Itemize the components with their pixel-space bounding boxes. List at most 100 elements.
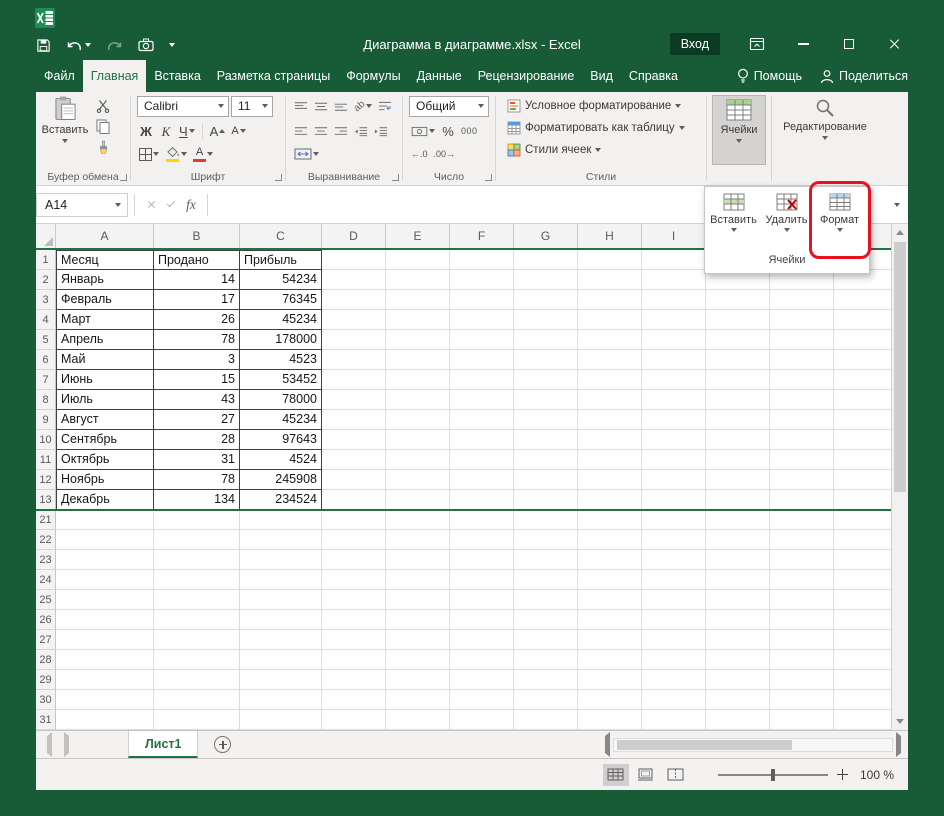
cancel-button[interactable]	[141, 193, 161, 217]
tab-Файл[interactable]: Файл	[36, 60, 83, 92]
cell-L25[interactable]	[834, 590, 891, 610]
cell-K23[interactable]	[770, 550, 834, 570]
cell-J6[interactable]	[706, 350, 770, 370]
cell-D23[interactable]	[322, 550, 386, 570]
cell-F5[interactable]	[450, 330, 514, 350]
align-center-button[interactable]	[312, 121, 330, 142]
cell-F7[interactable]	[450, 370, 514, 390]
cell-L7[interactable]	[834, 370, 891, 390]
cell-L22[interactable]	[834, 530, 891, 550]
zoom-in-button[interactable]	[836, 769, 848, 780]
cell-D31[interactable]	[322, 710, 386, 730]
row-header-3[interactable]: 3	[36, 290, 56, 310]
cell-C8[interactable]: 78000	[240, 390, 322, 410]
font-name-combo[interactable]: Calibri	[137, 95, 229, 117]
cell-G5[interactable]	[514, 330, 578, 350]
cell-I1[interactable]	[642, 250, 706, 270]
cell-H6[interactable]	[578, 350, 642, 370]
qat-customize-button[interactable]	[169, 33, 175, 57]
cell-C1[interactable]: Прибыль	[240, 250, 322, 270]
cell-G3[interactable]	[514, 290, 578, 310]
cell-D10[interactable]	[322, 430, 386, 450]
cell-G2[interactable]	[514, 270, 578, 290]
cell-K6[interactable]	[770, 350, 834, 370]
cell-L31[interactable]	[834, 710, 891, 730]
cell-L12[interactable]	[834, 470, 891, 490]
cell-L24[interactable]	[834, 570, 891, 590]
cell-I24[interactable]	[642, 570, 706, 590]
cell-H8[interactable]	[578, 390, 642, 410]
cell-A6[interactable]: Май	[56, 350, 154, 370]
cell-E26[interactable]	[386, 610, 450, 630]
cell-F27[interactable]	[450, 630, 514, 650]
align-middle-button[interactable]	[312, 96, 330, 117]
cell-J11[interactable]	[706, 450, 770, 470]
cell-A3[interactable]: Февраль	[56, 290, 154, 310]
cell-L9[interactable]	[834, 410, 891, 430]
cell-H9[interactable]	[578, 410, 642, 430]
cell-D7[interactable]	[322, 370, 386, 390]
row-header-7[interactable]: 7	[36, 370, 56, 390]
cell-K30[interactable]	[770, 690, 834, 710]
zoom-level[interactable]: 100 %	[860, 768, 894, 782]
borders-button[interactable]	[137, 144, 161, 165]
cell-I23[interactable]	[642, 550, 706, 570]
cell-A31[interactable]	[56, 710, 154, 730]
cell-A13[interactable]: Декабрь	[56, 490, 154, 510]
cell-A28[interactable]	[56, 650, 154, 670]
cell-J22[interactable]	[706, 530, 770, 550]
cell-B9[interactable]: 27	[154, 410, 240, 430]
cell-H21[interactable]	[578, 510, 642, 530]
cell-L23[interactable]	[834, 550, 891, 570]
cell-E21[interactable]	[386, 510, 450, 530]
row-header-6[interactable]: 6	[36, 350, 56, 370]
cell-D21[interactable]	[322, 510, 386, 530]
cell-J29[interactable]	[706, 670, 770, 690]
cell-C27[interactable]	[240, 630, 322, 650]
cell-F29[interactable]	[450, 670, 514, 690]
row-header-13[interactable]: 13	[36, 490, 56, 510]
tab-Рецензирование[interactable]: Рецензирование	[470, 60, 583, 92]
tab-Вид[interactable]: Вид	[582, 60, 621, 92]
comma-style-button[interactable]: 000	[459, 121, 480, 142]
cell-D24[interactable]	[322, 570, 386, 590]
cell-B6[interactable]: 3	[154, 350, 240, 370]
cell-F12[interactable]	[450, 470, 514, 490]
tab-Справка[interactable]: Справка	[621, 60, 686, 92]
cell-G10[interactable]	[514, 430, 578, 450]
cell-K12[interactable]	[770, 470, 834, 490]
clipboard-dialog-launcher[interactable]	[120, 174, 127, 181]
cell-E22[interactable]	[386, 530, 450, 550]
column-header-H[interactable]: H	[578, 224, 642, 248]
cell-L8[interactable]	[834, 390, 891, 410]
cell-B22[interactable]	[154, 530, 240, 550]
cell-G9[interactable]	[514, 410, 578, 430]
row-header-11[interactable]: 11	[36, 450, 56, 470]
cell-H10[interactable]	[578, 430, 642, 450]
cell-A11[interactable]: Октябрь	[56, 450, 154, 470]
cell-H28[interactable]	[578, 650, 642, 670]
cell-C26[interactable]	[240, 610, 322, 630]
row-header-25[interactable]: 25	[36, 590, 56, 610]
row-header-28[interactable]: 28	[36, 650, 56, 670]
cell-F21[interactable]	[450, 510, 514, 530]
cell-B28[interactable]	[154, 650, 240, 670]
cell-K27[interactable]	[770, 630, 834, 650]
cell-D12[interactable]	[322, 470, 386, 490]
cell-J23[interactable]	[706, 550, 770, 570]
column-header-G[interactable]: G	[514, 224, 578, 248]
row-header-23[interactable]: 23	[36, 550, 56, 570]
cell-F4[interactable]	[450, 310, 514, 330]
column-header-F[interactable]: F	[450, 224, 514, 248]
cell-I11[interactable]	[642, 450, 706, 470]
cell-C9[interactable]: 45234	[240, 410, 322, 430]
cell-D1[interactable]	[322, 250, 386, 270]
insert-cells-button[interactable]: Вставить	[707, 189, 760, 251]
cell-L5[interactable]	[834, 330, 891, 350]
cell-A9[interactable]: Август	[56, 410, 154, 430]
cell-K24[interactable]	[770, 570, 834, 590]
align-top-button[interactable]	[292, 96, 310, 117]
maximize-button[interactable]	[836, 31, 862, 57]
cell-J21[interactable]	[706, 510, 770, 530]
cell-J7[interactable]	[706, 370, 770, 390]
